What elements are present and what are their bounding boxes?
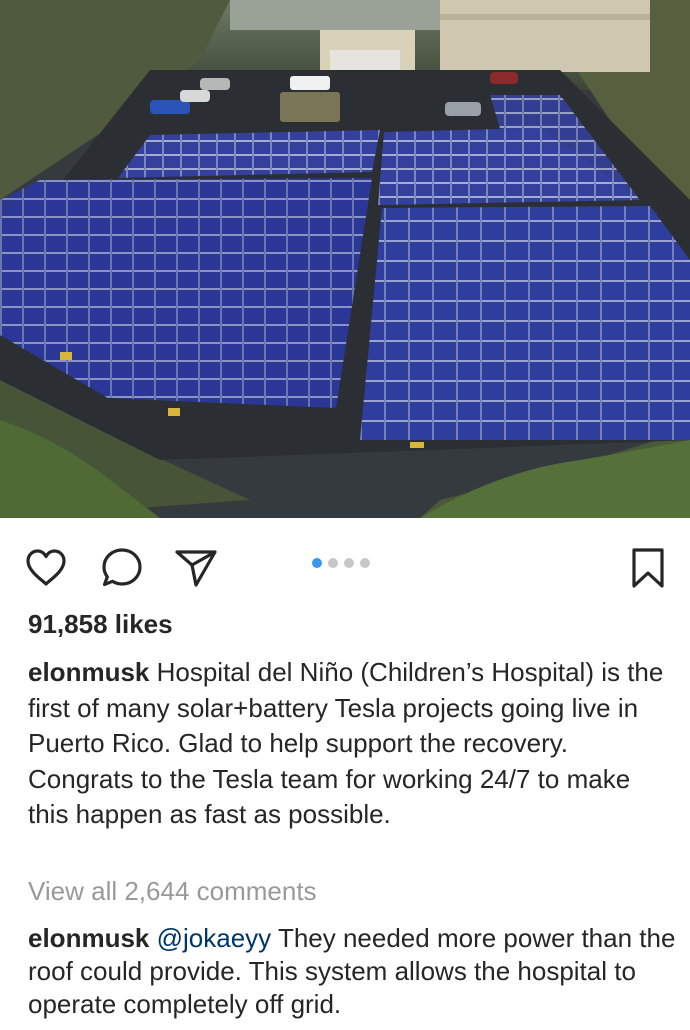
heart-icon: [26, 549, 66, 586]
view-all-comments-link[interactable]: View all 2,644 comments: [28, 876, 317, 907]
carousel-dot: [328, 558, 338, 568]
comment-button[interactable]: [98, 544, 146, 592]
solar-farm-image: [0, 0, 690, 518]
carousel-dot-active: [312, 558, 322, 568]
bookmark-icon: [632, 548, 664, 588]
likes-count[interactable]: 91,858 likes: [28, 609, 173, 640]
carousel-dot: [360, 558, 370, 568]
share-button[interactable]: [172, 544, 220, 592]
comment-item: elonmusk @jokaeyy They needed more power…: [28, 922, 678, 1021]
caption-username[interactable]: elonmusk: [28, 657, 149, 687]
like-button[interactable]: [22, 544, 70, 592]
post-caption: elonmusk Hospital del Niño (Children’s H…: [28, 655, 668, 833]
post-photo[interactable]: [0, 0, 690, 518]
carousel-indicator: [312, 558, 370, 570]
comment-username[interactable]: elonmusk: [28, 923, 149, 953]
post-action-bar: [0, 518, 690, 610]
paper-plane-icon: [175, 550, 217, 587]
carousel-dot: [344, 558, 354, 568]
save-button[interactable]: [624, 544, 672, 592]
comment-bubble-icon: [102, 548, 142, 587]
comment-mention[interactable]: @jokaeyy: [157, 923, 272, 953]
